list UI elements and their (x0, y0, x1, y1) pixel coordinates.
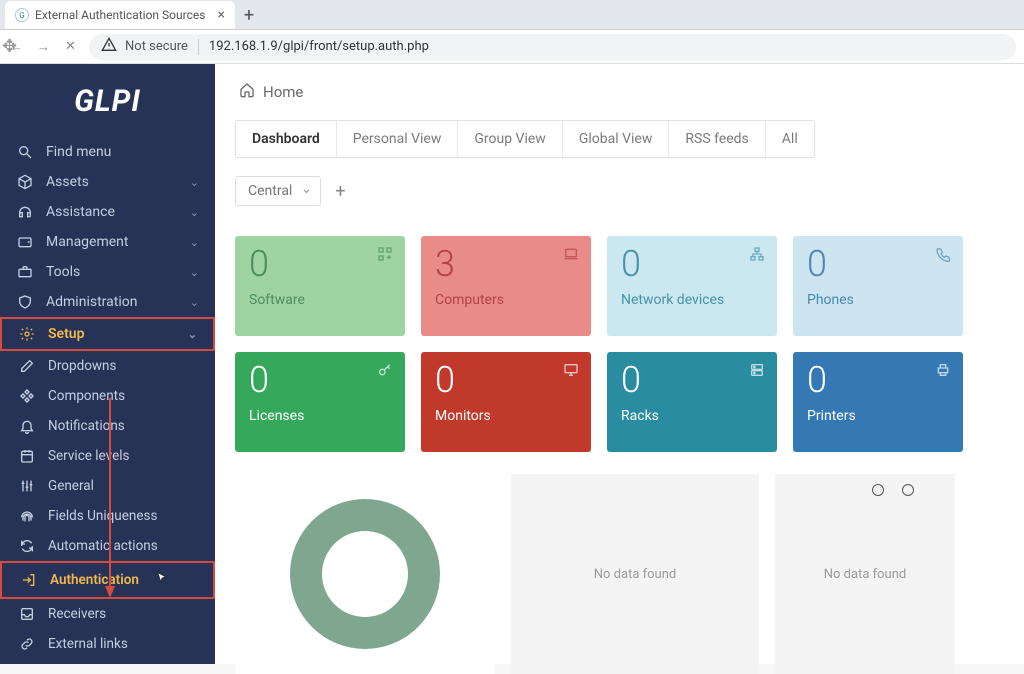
refresh-icon (18, 538, 36, 554)
sidebar: GLPI Find menu Assets ⌄ Assistance ⌄ (0, 64, 215, 664)
tab-global-view[interactable]: Global View (563, 121, 670, 157)
no-data-card-2: No data found (775, 474, 955, 674)
wallet-icon (16, 234, 34, 250)
chevron-down-icon: ⌄ (190, 206, 199, 219)
sidebar-sub-components[interactable]: Components (0, 381, 215, 411)
chevron-down-icon: ⌄ (190, 236, 199, 249)
card-phones[interactable]: 0 Phones (793, 236, 963, 336)
chevron-down-icon: ⌄ (190, 296, 199, 309)
key-icon (377, 362, 393, 383)
card-monitors[interactable]: 0 Monitors (421, 352, 591, 452)
sliders-icon (18, 478, 36, 494)
server-icon (749, 362, 765, 383)
dashboard-selector[interactable]: Central (235, 176, 321, 206)
highlight-authentication: Authentication (0, 561, 215, 599)
donut-value: 3 (350, 544, 380, 605)
sidebar-sub-receivers[interactable]: Receivers (0, 599, 215, 629)
card-software[interactable]: 0 Software (235, 236, 405, 336)
resize-handles[interactable] (872, 484, 914, 496)
handle-icon[interactable] (902, 484, 914, 496)
sidebar-sub-notifications[interactable]: Notifications (0, 411, 215, 441)
monitor-icon (563, 362, 579, 383)
chevron-down-icon: ⌄ (188, 328, 197, 341)
handle-icon[interactable] (872, 484, 884, 496)
tab-all[interactable]: All (766, 121, 814, 157)
tab-personal-view[interactable]: Personal View (337, 121, 459, 157)
sidebar-item-assistance[interactable]: Assistance ⌄ (0, 197, 215, 227)
tab-title: External Authentication Sources (35, 8, 205, 22)
laptop-icon (563, 246, 579, 267)
breadcrumb[interactable]: Home (215, 64, 1024, 120)
new-tab-button[interactable]: + (235, 1, 263, 29)
cursor-icon (155, 570, 169, 590)
highlight-setup: Setup ⌄ (0, 317, 215, 351)
sidebar-sub-authentication[interactable]: Authentication (2, 563, 213, 597)
add-dashboard-button[interactable]: + (335, 181, 345, 202)
sidebar-sub-automatic-actions[interactable]: Automatic actions (0, 531, 215, 561)
security-label: Not secure (125, 39, 188, 54)
bell-icon (18, 418, 36, 434)
donut-chart-card[interactable]: 3 (235, 474, 495, 674)
card-computers[interactable]: 3 Computers (421, 236, 591, 336)
shield-icon (16, 294, 34, 310)
printer-icon (935, 362, 951, 383)
headset-icon (16, 204, 34, 220)
phone-icon (935, 246, 951, 267)
network-icon (749, 246, 765, 267)
url-field[interactable]: Not secure 192.168.1.9/glpi/front/setup.… (89, 34, 1016, 60)
app-logo[interactable]: GLPI (0, 76, 215, 137)
card-network-devices[interactable]: 0 Network devices (607, 236, 777, 336)
box-icon (16, 174, 34, 190)
browser-tab[interactable]: G External Authentication Sources × (5, 1, 235, 29)
sidebar-sub-service-levels[interactable]: Service levels (0, 441, 215, 471)
login-icon (20, 572, 38, 588)
sidebar-item-assets[interactable]: Assets ⌄ (0, 167, 215, 197)
gear-icon (18, 326, 36, 342)
card-racks[interactable]: 0 Racks (607, 352, 777, 452)
tab-group-view[interactable]: Group View (458, 121, 562, 157)
stat-cards: 0 Software 3 Computers 0 Network devices… (215, 236, 1024, 452)
forward-icon[interactable]: → (35, 39, 52, 55)
card-printers[interactable]: 0 Printers (793, 352, 963, 452)
breadcrumb-label: Home (263, 83, 303, 101)
calendar-icon (18, 448, 36, 464)
search-icon (16, 144, 34, 160)
tab-dashboard[interactable]: Dashboard (236, 121, 337, 157)
chevron-down-icon: ⌄ (190, 176, 199, 189)
stop-icon[interactable]: ✕ (62, 39, 79, 54)
move-handle-icon[interactable]: ✥ (2, 36, 17, 57)
card-licenses[interactable]: 0 Licenses (235, 352, 405, 452)
sidebar-find-menu[interactable]: Find menu (0, 137, 215, 167)
close-icon[interactable]: × (218, 7, 225, 23)
sidebar-sub-fields-uniqueness[interactable]: Fields Uniqueness (0, 501, 215, 531)
components-icon (18, 388, 36, 404)
tab-rss-feeds[interactable]: RSS feeds (669, 121, 765, 157)
sidebar-sub-general[interactable]: General (0, 471, 215, 501)
edit-icon (18, 358, 36, 374)
briefcase-icon (16, 264, 34, 280)
sidebar-item-administration[interactable]: Administration ⌄ (0, 287, 215, 317)
home-icon (239, 82, 255, 102)
no-data-card-1: No data found (511, 474, 759, 674)
sidebar-item-management[interactable]: Management ⌄ (0, 227, 215, 257)
warning-icon (101, 37, 117, 57)
inbox-icon (18, 606, 36, 622)
favicon-icon: G (15, 8, 29, 22)
sidebar-item-tools[interactable]: Tools ⌄ (0, 257, 215, 287)
sidebar-sub-dropdowns[interactable]: Dropdowns (0, 351, 215, 381)
view-tabs: Dashboard Personal View Group View Globa… (235, 120, 815, 158)
main-content: Home Dashboard Personal View Group View … (215, 64, 1024, 664)
fingerprint-icon (18, 508, 36, 524)
url-text: 192.168.1.9/glpi/front/setup.auth.php (209, 39, 429, 54)
sidebar-sub-external-links[interactable]: External links (0, 629, 215, 659)
link-icon (18, 636, 36, 652)
browser-tab-strip: G External Authentication Sources × + (0, 0, 1024, 30)
sidebar-find-label: Find menu (46, 144, 111, 160)
sidebar-item-setup[interactable]: Setup ⌄ (2, 319, 213, 349)
apps-icon (377, 246, 393, 267)
address-bar: ← → ✕ Not secure 192.168.1.9/glpi/front/… (0, 30, 1024, 64)
chevron-down-icon: ⌄ (190, 266, 199, 279)
